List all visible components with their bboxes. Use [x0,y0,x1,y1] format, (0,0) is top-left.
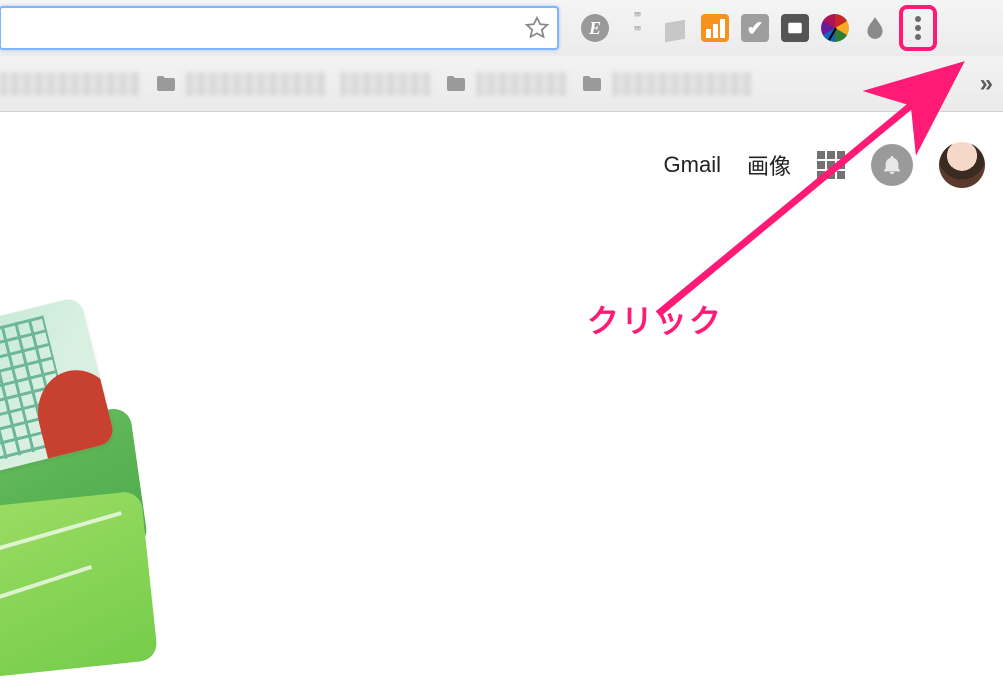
google-top-nav: Gmail 画像 [664,142,985,188]
blurred-label [476,72,566,96]
ext-checker[interactable]: ✔ [737,10,773,46]
blurred-label [186,72,326,96]
apps-grid-icon [817,151,825,159]
ext-buffer[interactable] [657,10,693,46]
images-link[interactable]: 画像 [747,149,791,181]
bookmark-folder[interactable] [580,72,752,96]
address-bar[interactable] [0,6,559,50]
folder-icon [444,72,468,96]
vertical-dots-icon [915,13,921,43]
chrome-menu-button[interactable] [899,5,937,51]
check-icon: ✔ [741,14,769,42]
address-input[interactable] [1,18,517,39]
bookmark-folder[interactable] [154,72,326,96]
bookmark-item[interactable] [340,72,430,96]
ext-evernote[interactable]: E [577,10,613,46]
quotes-icon: ˮˮˮˮ [633,14,636,42]
folder-icon [580,72,604,96]
doodle-folder-front [0,490,158,683]
blurred-label [0,72,140,96]
account-avatar[interactable] [939,142,985,188]
bell-icon [881,154,903,176]
ext-quotes[interactable]: ˮˮˮˮ [617,10,653,46]
letter-e-icon: E [581,14,609,42]
bookmarks-bar: » [0,56,1003,112]
bookmark-star-button[interactable] [517,8,557,48]
google-apps-button[interactable] [817,151,845,179]
portfolio-icon [781,14,809,42]
extensions-strip: E ˮˮˮˮ ✔ [559,10,893,46]
layers-icon [662,15,688,41]
ext-google-analytics[interactable] [697,10,733,46]
ext-colorwheel[interactable] [817,10,853,46]
analytics-icon [701,14,729,42]
color-wheel-icon [821,14,849,42]
browser-toolbar: E ˮˮˮˮ ✔ [0,0,1003,56]
gmail-link[interactable]: Gmail [664,152,721,178]
page-content: Gmail 画像 [0,112,1003,641]
blurred-label [612,72,752,96]
annotation-label: クリック [587,296,723,342]
bookmark-item[interactable] [0,72,140,96]
folder-icon [154,72,178,96]
notifications-button[interactable] [871,144,913,186]
bookmark-folder[interactable] [444,72,566,96]
ext-portfolio[interactable] [777,10,813,46]
google-doodle [0,312,170,672]
blurred-label [340,72,430,96]
star-icon [524,15,550,41]
ext-droplet[interactable] [857,10,893,46]
droplet-icon [862,15,888,41]
bookmarks-overflow-button[interactable]: » [980,70,993,98]
